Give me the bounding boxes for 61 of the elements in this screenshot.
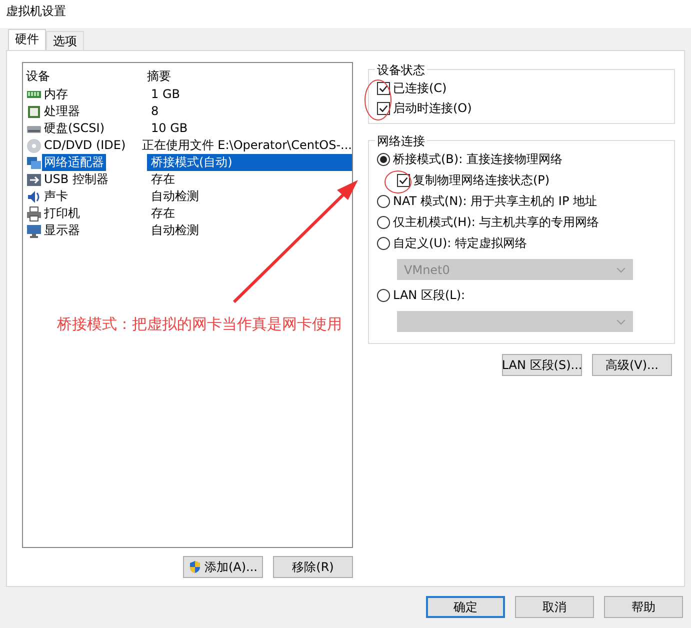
disc-icon: [26, 138, 42, 154]
tab[interactable]: 硬件: [8, 29, 46, 50]
radio-label: NAT 模式(N): 用于共享主机的 IP 地址: [393, 193, 597, 210]
usb-icon: [26, 172, 42, 188]
radio-button[interactable]: [377, 216, 390, 229]
shield-icon: [188, 560, 202, 574]
window-title: 虚拟机设置: [0, 0, 691, 28]
device-item[interactable]: 打印机: [42, 205, 82, 222]
device-item[interactable]: 处理器: [42, 103, 82, 120]
group-title: 网络连接: [375, 133, 427, 150]
checkbox[interactable]: [377, 82, 390, 95]
chip-icon: [26, 104, 42, 120]
device-summary: 自动检测: [150, 188, 200, 205]
network-icon: [26, 154, 42, 170]
device-summary: 存在: [150, 171, 176, 188]
radio-button[interactable]: [377, 195, 390, 208]
annotation-circle: [384, 170, 412, 194]
device-summary: 8: [150, 103, 160, 120]
checkbox-label: 复制物理网络连接状态(P): [413, 172, 550, 189]
device-summary: 桥接模式(自动): [147, 154, 352, 171]
device-item[interactable]: 网络适配器: [42, 154, 106, 171]
speaker-icon: [26, 188, 42, 204]
button[interactable]: 取消: [515, 596, 594, 618]
device-item[interactable]: 内存: [42, 86, 70, 103]
radio-label: 自定义(U): 特定虚拟网络: [393, 235, 528, 252]
button[interactable]: LAN 区段(S)...: [502, 354, 582, 376]
button[interactable]: 帮助: [604, 596, 683, 618]
checkbox-label: 已连接(C): [393, 80, 447, 97]
device-summary: 自动检测: [150, 222, 200, 239]
annotation-circle: [364, 80, 392, 120]
group-title: 设备状态: [375, 62, 427, 79]
button[interactable]: 添加(A)...: [183, 556, 263, 578]
caret-icon: [616, 318, 626, 324]
tab[interactable]: 选项: [46, 31, 84, 50]
caret-icon: [616, 266, 626, 272]
column-header: 设备: [25, 68, 51, 84]
printer-icon: [26, 206, 42, 222]
button[interactable]: 移除(R): [273, 556, 353, 578]
device-item[interactable]: 硬盘(SCSI): [42, 120, 107, 137]
device-item[interactable]: 显示器: [42, 222, 82, 239]
checkbox[interactable]: [377, 102, 390, 115]
device-summary: 1 GB: [150, 86, 181, 103]
radio-button[interactable]: [377, 237, 390, 250]
button[interactable]: 高级(V)...: [592, 354, 672, 376]
radio-button[interactable]: [377, 289, 390, 302]
annotation-text: 桥接模式：把虚拟的网卡当作真是网卡使用: [57, 315, 342, 334]
radio-label: 桥接模式(B): 直接连接物理网络: [393, 151, 562, 168]
device-item[interactable]: 声卡: [42, 188, 70, 205]
device-summary: 存在: [150, 205, 176, 222]
checkbox[interactable]: [397, 174, 410, 187]
device-summary: 10 GB: [150, 120, 189, 137]
device-item[interactable]: USB 控制器: [42, 171, 110, 188]
button[interactable]: 确定: [426, 596, 505, 618]
radio-button[interactable]: [377, 153, 390, 166]
monitor-icon: [26, 222, 42, 238]
device-item[interactable]: CD/DVD (IDE): [42, 137, 128, 154]
column-header: 摘要: [147, 68, 171, 84]
radio-label: LAN 区段(L):: [393, 287, 466, 304]
checkbox-label: 启动时连接(O): [393, 100, 472, 117]
device-summary: 正在使用文件 E:\Operator\CentOS-...: [140, 137, 352, 154]
radio-label: 仅主机模式(H): 与主机共享的专用网络: [393, 214, 600, 231]
